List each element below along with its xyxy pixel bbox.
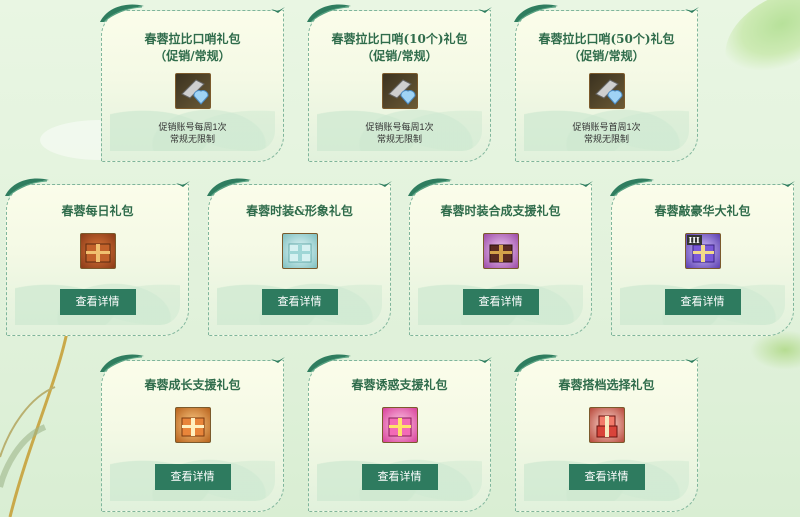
swallow-icon: [271, 7, 285, 13]
purple-gift-box-icon: [482, 233, 519, 269]
view-details-button[interactable]: 查看详情: [568, 464, 645, 490]
orange-gift-box-icon: [174, 407, 211, 443]
swallow-icon: [781, 181, 795, 187]
package-card-daily: 春蓉每日礼包 查看详情: [5, 178, 190, 336]
brown-gift-box-icon: [79, 233, 116, 269]
swallow-icon: [378, 181, 392, 187]
red-gift-stack-icon: [588, 407, 625, 443]
package-card-whistle-10: 春蓉拉比口哨(10个)礼包 （促销/常规） 促销账号每周1次 常规无限制: [307, 4, 492, 162]
card-subtitle: （促销/常规）: [361, 49, 438, 63]
bamboo-stalk-decoration: [0, 317, 74, 517]
leaf-icon: [207, 178, 251, 197]
card-title: 春蓉搭档选择礼包: [558, 378, 655, 392]
violet-gift-box-icon: III: [684, 233, 721, 269]
package-card-temptation: 春蓉诱惑支援礼包 查看详情: [307, 354, 492, 512]
package-card-partner: 春蓉搭档选择礼包 查看详情: [514, 354, 699, 512]
card-subtitle: （促销/常规）: [154, 49, 231, 63]
tier-badge: III: [686, 235, 702, 245]
leaf-icon: [514, 354, 558, 373]
background-leaf: [750, 330, 800, 370]
card-title: 春蓉拉比口哨礼包: [144, 32, 241, 46]
card-note: 促销账号每周1次: [365, 122, 434, 132]
leaf-icon: [100, 354, 144, 373]
view-details-button[interactable]: 查看详情: [261, 289, 338, 315]
package-card-luxury: 春蓉敲豪华大礼包 III 查看详情: [610, 178, 795, 336]
card-note: 常规无限制: [169, 134, 215, 144]
card-note: 常规无限制: [583, 134, 629, 144]
swallow-icon: [685, 7, 699, 13]
leaf-icon: [610, 178, 654, 197]
card-subtitle: （促销/常规）: [568, 49, 645, 63]
whistle-heart-icon: [174, 73, 211, 109]
package-card-fashion-avatar: 春蓉时装&形象礼包 查看详情: [207, 178, 392, 336]
swallow-icon: [478, 357, 492, 363]
whistle-heart-icon: [588, 73, 625, 109]
card-title: 春蓉每日礼包: [61, 204, 134, 218]
package-card-growth: 春蓉成长支援礼包 查看详情: [100, 354, 285, 512]
card-title: 春蓉诱惑支援礼包: [351, 378, 448, 392]
card-note: 促销账号首周1次: [572, 122, 641, 132]
card-title: 春蓉拉比口哨(50个)礼包: [538, 32, 675, 46]
card-note: 常规无限制: [376, 134, 422, 144]
card-title: 春蓉成长支援礼包: [144, 378, 241, 392]
card-title: 春蓉时装&形象礼包: [246, 204, 353, 218]
leaf-icon: [307, 4, 351, 23]
view-details-button[interactable]: 查看详情: [59, 289, 136, 315]
view-details-button[interactable]: 查看详情: [361, 464, 438, 490]
leaf-icon: [514, 4, 558, 23]
swallow-icon: [685, 357, 699, 363]
leaf-icon: [307, 354, 351, 373]
silver-gift-box-icon: [281, 233, 318, 269]
swallow-icon: [271, 357, 285, 363]
view-details-button[interactable]: 查看详情: [154, 464, 231, 490]
package-card-whistle: 春蓉拉比口哨礼包 （促销/常规） 促销账号每周1次 常规无限制: [100, 4, 285, 162]
swallow-icon: [478, 7, 492, 13]
pink-gift-box-icon: [381, 407, 418, 443]
package-card-whistle-50: 春蓉拉比口哨(50个)礼包 （促销/常规） 促销账号首周1次 常规无限制: [514, 4, 699, 162]
leaf-icon: [408, 178, 452, 197]
background-leaf: [710, 0, 800, 90]
card-note: 促销账号每周1次: [158, 122, 227, 132]
card-title: 春蓉时装合成支援礼包: [440, 204, 561, 218]
view-details-button[interactable]: 查看详情: [664, 289, 741, 315]
card-title: 春蓉敲豪华大礼包: [654, 204, 751, 218]
swallow-icon: [579, 181, 593, 187]
whistle-heart-icon: [381, 73, 418, 109]
card-title: 春蓉拉比口哨(10个)礼包: [331, 32, 468, 46]
package-card-fashion-synthesis: 春蓉时装合成支援礼包 查看详情: [408, 178, 593, 336]
swallow-icon: [176, 181, 190, 187]
leaf-icon: [5, 178, 49, 197]
leaf-icon: [100, 4, 144, 23]
view-details-button[interactable]: 查看详情: [462, 289, 539, 315]
